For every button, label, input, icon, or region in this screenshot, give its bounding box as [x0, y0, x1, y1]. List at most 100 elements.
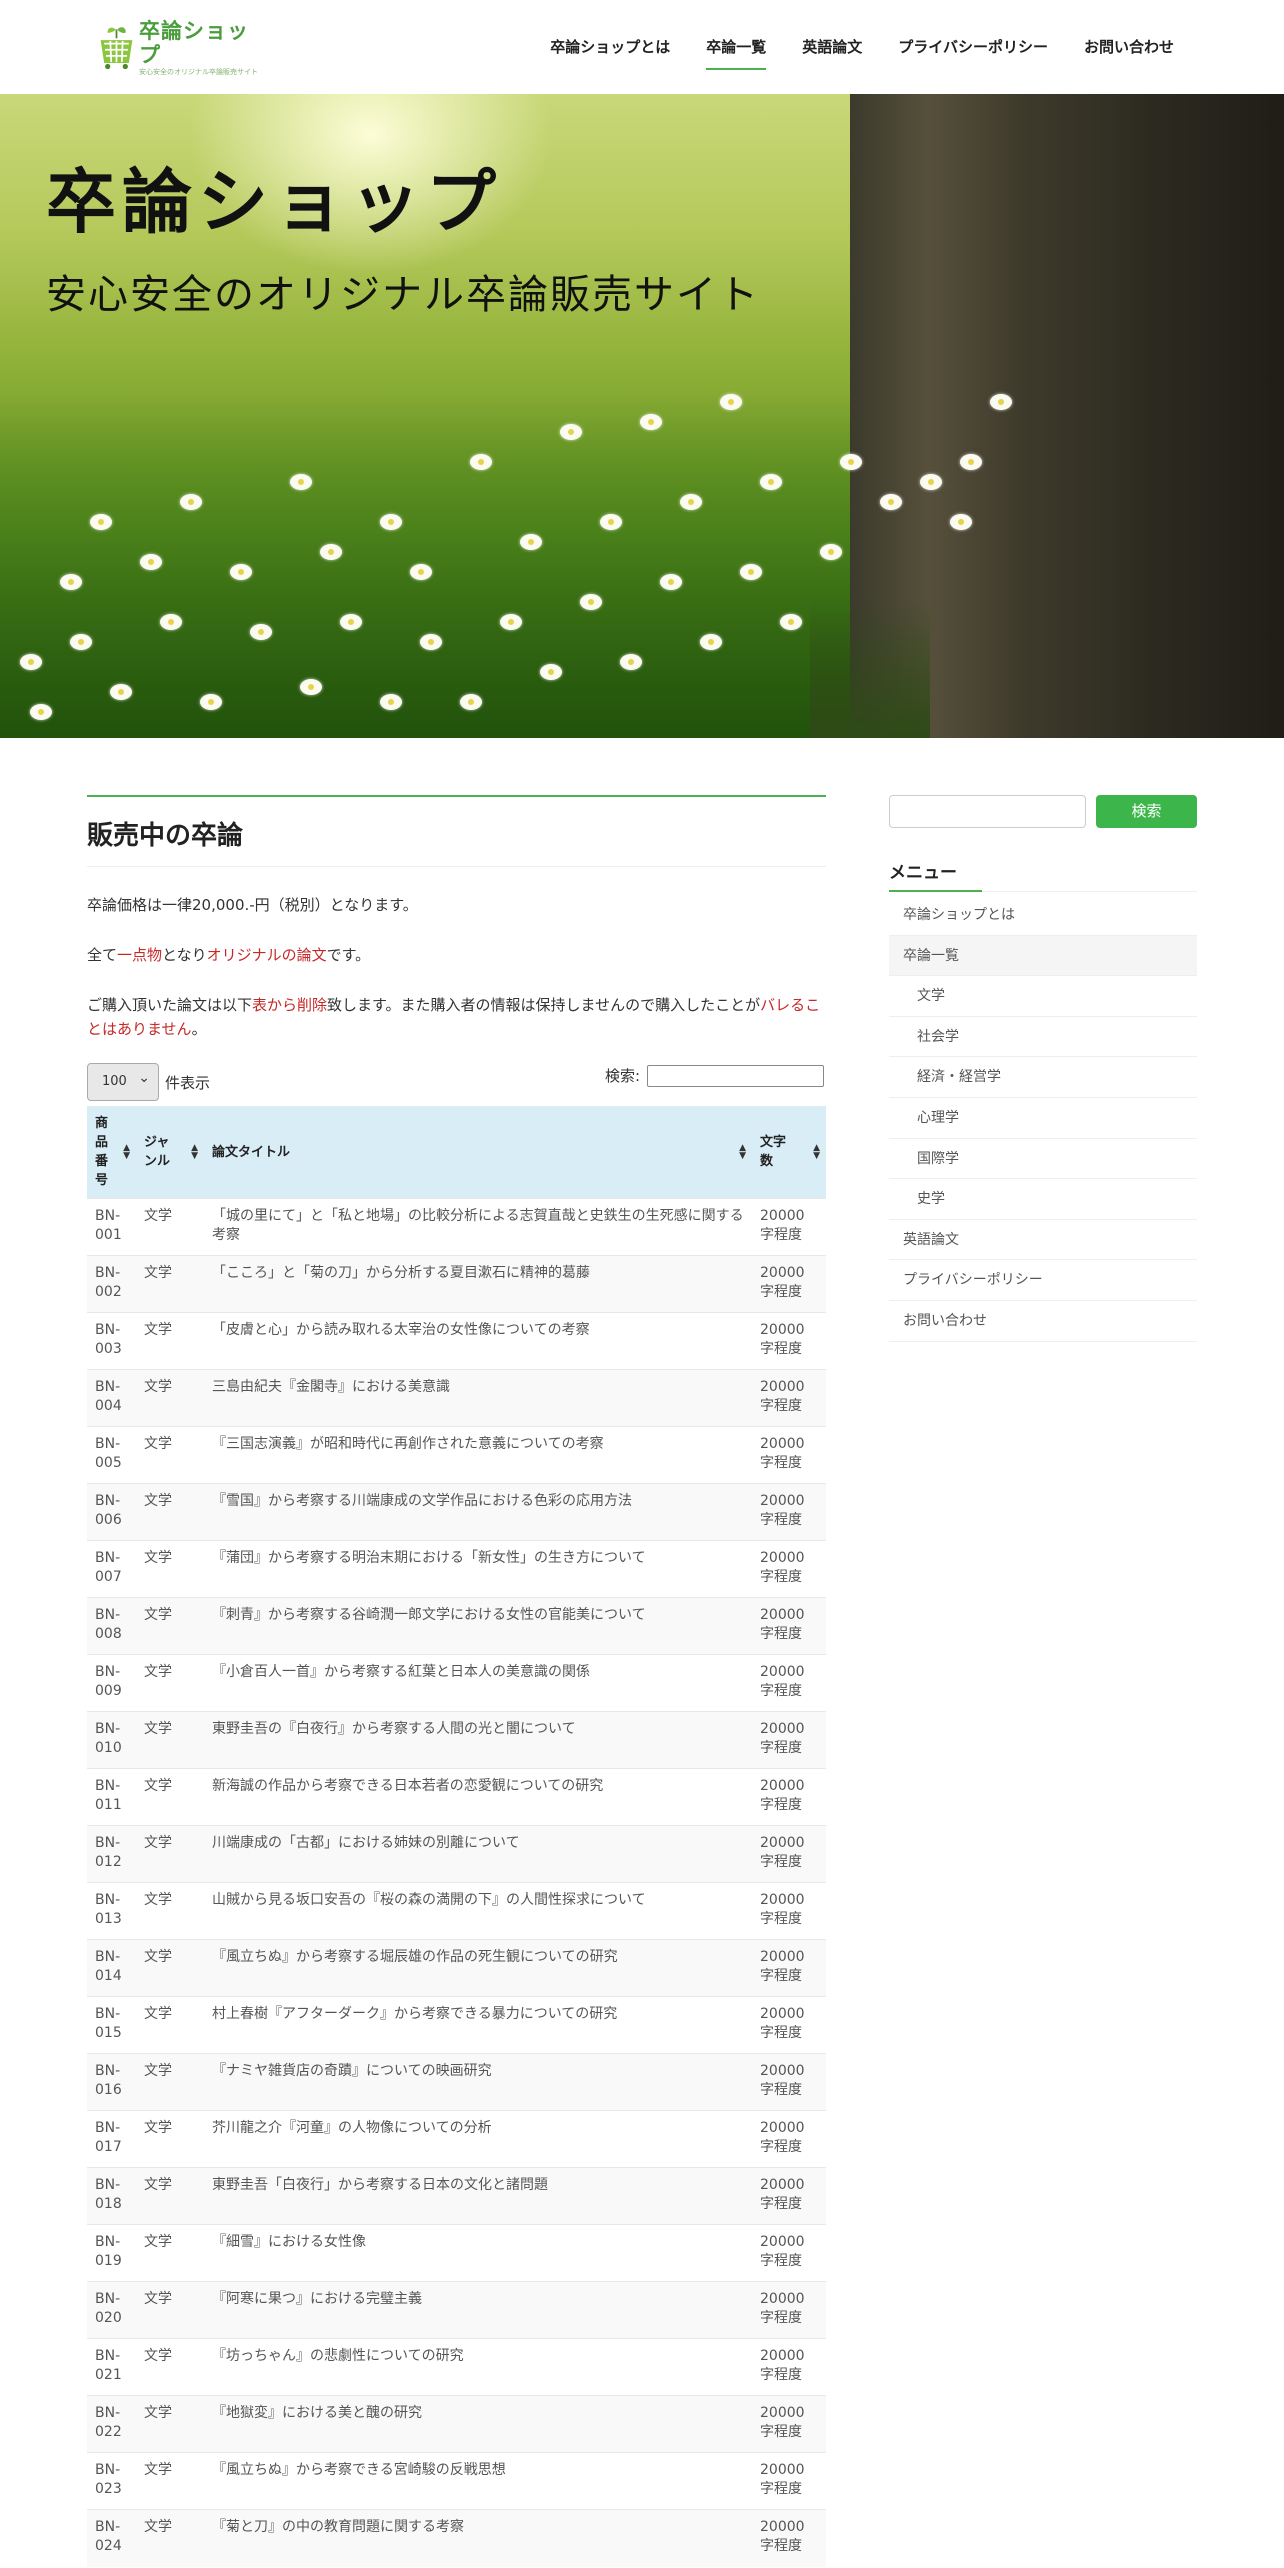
flower-decoration	[160, 614, 182, 630]
cell-product-number: BN-022	[87, 2395, 136, 2453]
basket-logo-icon	[100, 27, 133, 70]
flower-decoration	[920, 474, 942, 490]
cell-title: 川端康成の「古都」における姉妹の別離について	[204, 1825, 752, 1883]
table-row: BN-009 文学 『小倉百人一首』から考察する紅葉と日本人の美意識の関係 20000…	[87, 1654, 826, 1712]
cell-genre: 文学	[136, 2224, 204, 2282]
sidebar-menu-item[interactable]: 経済・経営学	[889, 1057, 1197, 1098]
cell-product-number: BN-004	[87, 1369, 136, 1427]
cell-char-count: 20000字程度	[752, 2395, 826, 2453]
flower-decoration	[740, 564, 762, 580]
flower-decoration	[780, 614, 802, 630]
table-row: BN-012 文学 川端康成の「古都」における姉妹の別離について 20000字程度	[87, 1825, 826, 1883]
sidebar-menu-item[interactable]: 心理学	[889, 1098, 1197, 1139]
nav-item-english-papers[interactable]: 英語論文	[784, 0, 880, 94]
hero-tree-image	[810, 94, 1284, 738]
cell-title: 新海誠の作品から考察できる日本若者の恋愛観についての研究	[204, 1768, 752, 1826]
table-row: BN-005 文学 『三国志演義』が昭和時代に再創作された意義についての考察 2000…	[87, 1426, 826, 1484]
thesis-table: 商品番号 ▲ ▼ ジャンル ▲ ▼ 論文タイトル ▲ ▼ 文字数 ▲ ▼ BN-001 文学 「城の…	[87, 1106, 826, 2567]
page-length-select[interactable]: 100	[87, 1060, 159, 1101]
table-controls: 100 件表示 検索:	[87, 1060, 826, 1103]
hero-subtitle: 安心安全のオリジナル卒論販売サイト	[46, 272, 760, 318]
sidebar-menu-item[interactable]: 国際学	[889, 1139, 1197, 1180]
site-logo[interactable]: 卒論ショップ 安心安全のオリジナル卒論販売サイト	[98, 19, 258, 77]
flower-decoration	[180, 494, 202, 510]
flower-decoration	[820, 544, 842, 560]
sidebar-menu-item[interactable]: 卒論一覧	[889, 935, 1197, 977]
flower-decoration	[470, 454, 492, 470]
table-row: BN-022 文学 『地獄変』における美と醜の研究 20000字程度	[87, 2395, 826, 2453]
table-row: BN-001 文学 「城の里にて」と「私と地場」の比較分析による志賀直哉と史鉄生の生…	[87, 1198, 826, 1256]
col-header-label: 文字数	[760, 1135, 787, 1169]
cell-title: 「こころ」と「菊の刀」から分析する夏目漱石に精神的葛藤	[204, 1255, 752, 1313]
nav-item-thesis-list[interactable]: 卒論一覧	[688, 0, 784, 94]
flower-decoration	[230, 564, 252, 580]
cell-char-count: 20000字程度	[752, 1312, 826, 1370]
col-header-genre[interactable]: ジャンル ▲ ▼	[136, 1106, 204, 1199]
table-row: BN-013 文学 山賊から見る坂口安吾の『桜の森の満開の下』の人間性探求について 2…	[87, 1882, 826, 1940]
flower-decoration	[720, 394, 742, 410]
sidebar-search-input[interactable]	[889, 795, 1086, 828]
sidebar-search-button[interactable]: 検索	[1096, 795, 1197, 828]
sidebar-menu-item[interactable]: お問い合わせ	[889, 1301, 1197, 1342]
cell-product-number: BN-001	[87, 1198, 136, 1256]
cell-title: 山賊から見る坂口安吾の『桜の森の満開の下』の人間性探求について	[204, 1882, 752, 1940]
flower-decoration	[320, 544, 342, 560]
cell-genre: 文学	[136, 2167, 204, 2225]
flower-decoration	[760, 474, 782, 490]
logo-text: 卒論ショップ 安心安全のオリジナル卒論販売サイト	[139, 19, 258, 77]
sidebar-menu-item[interactable]: プライバシーポリシー	[889, 1260, 1197, 1301]
table-row: BN-002 文学 「こころ」と「菊の刀」から分析する夏目漱石に精神的葛藤 20000…	[87, 1255, 826, 1313]
cell-title: 三島由紀夫『金閣寺』における美意識	[204, 1369, 752, 1427]
cell-genre: 文学	[136, 1597, 204, 1655]
paragraph-text: 致します。また購入者の情報は保持しませんので購入したことが	[327, 996, 761, 1014]
sidebar-menu-item[interactable]: 英語論文	[889, 1220, 1197, 1261]
col-header-char-count[interactable]: 文字数 ▲ ▼	[752, 1106, 826, 1199]
cell-title: 『坊っちゃん』の悲劇性についての研究	[204, 2338, 752, 2396]
cell-char-count: 20000字程度	[752, 1939, 826, 1997]
sidebar-menu-item[interactable]: 史学	[889, 1179, 1197, 1220]
logo-subtitle: 安心安全のオリジナル卒論販売サイト	[139, 68, 258, 76]
cell-title: 『三国志演義』が昭和時代に再創作された意義についての考察	[204, 1426, 752, 1484]
cell-genre: 文学	[136, 2452, 204, 2510]
col-header-product-number[interactable]: 商品番号 ▲ ▼	[87, 1106, 136, 1199]
cell-genre: 文学	[136, 1711, 204, 1769]
cell-genre: 文学	[136, 2338, 204, 2396]
cell-genre: 文学	[136, 1255, 204, 1313]
sidebar-menu-item[interactable]: 文学	[889, 976, 1197, 1017]
table-row: BN-003 文学 「皮膚と心」から読み取れる太宰治の女性像についての考察 20000…	[87, 1312, 826, 1370]
cell-genre: 文学	[136, 1312, 204, 1370]
flower-decoration	[700, 634, 722, 650]
cell-genre: 文学	[136, 1483, 204, 1541]
cell-title: 「皮膚と心」から読み取れる太宰治の女性像についての考察	[204, 1312, 752, 1370]
flower-decoration	[70, 634, 92, 650]
cell-product-number: BN-008	[87, 1597, 136, 1655]
table-search-input[interactable]	[647, 1065, 824, 1087]
sidebar-menu-item[interactable]: 卒論ショップとは	[889, 895, 1197, 936]
cell-product-number: BN-018	[87, 2167, 136, 2225]
flower-decoration	[290, 474, 312, 490]
cell-genre: 文学	[136, 1540, 204, 1598]
cell-title: 『小倉百人一首』から考察する紅葉と日本人の美意識の関係	[204, 1654, 752, 1712]
cell-product-number: BN-006	[87, 1483, 136, 1541]
table-row: BN-011 文学 新海誠の作品から考察できる日本若者の恋愛観についての研究 2000…	[87, 1768, 826, 1826]
cell-title: 芥川龍之介『河童』の人物像についての分析	[204, 2110, 752, 2168]
highlight-text: 一点物	[117, 946, 163, 964]
cell-title: 『地獄変』における美と醜の研究	[204, 2395, 752, 2453]
nav-item-about[interactable]: 卒論ショップとは	[532, 0, 688, 94]
cell-char-count: 20000字程度	[752, 2110, 826, 2168]
table-row: BN-015 文学 村上春樹『アフターダーク』から考察できる暴力についての研究 200…	[87, 1996, 826, 2054]
col-header-title[interactable]: 論文タイトル ▲ ▼	[204, 1106, 752, 1199]
cell-product-number: BN-015	[87, 1996, 136, 2054]
nav-item-contact[interactable]: お問い合わせ	[1066, 0, 1192, 94]
nav-item-privacy-policy[interactable]: プライバシーポリシー	[880, 0, 1066, 94]
price-notice: 卒論価格は一律20,000.-円（税別）となります。	[87, 896, 418, 914]
cell-genre: 文学	[136, 2395, 204, 2453]
sort-icon: ▲ ▼	[123, 1143, 130, 1161]
sidebar-menu: 卒論ショップとは 卒論一覧 文学 社会学 経済・経営学 心理学 国際学 史学 英語論文 プライバシ…	[889, 895, 1197, 1342]
sidebar-menu-item[interactable]: 社会学	[889, 1017, 1197, 1058]
flower-decoration	[30, 704, 52, 720]
sort-icon: ▲ ▼	[813, 1143, 820, 1161]
cell-product-number: BN-016	[87, 2053, 136, 2111]
cell-char-count: 20000字程度	[752, 1597, 826, 1655]
cell-char-count: 20000字程度	[752, 2053, 826, 2111]
